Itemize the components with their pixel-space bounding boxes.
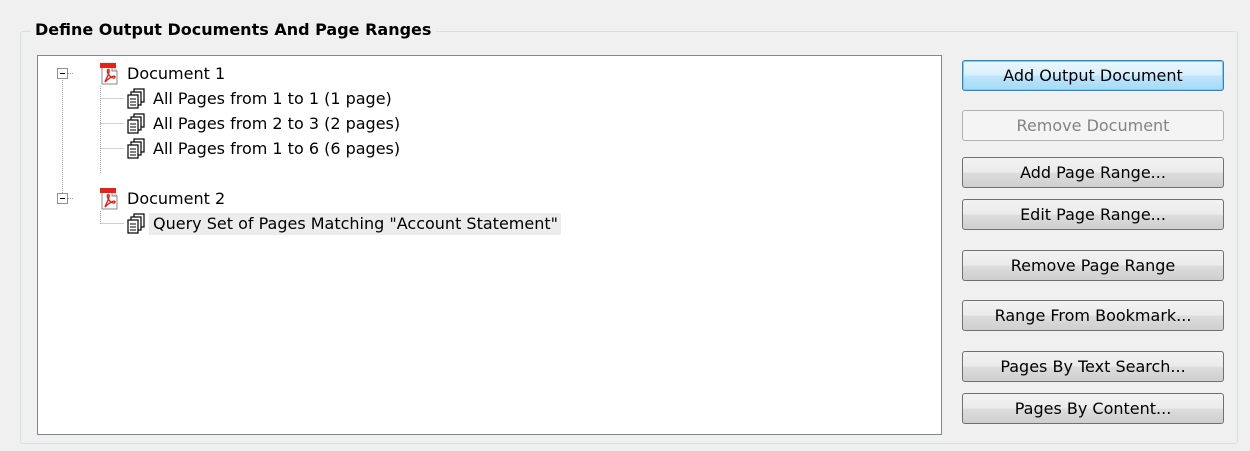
pages-icon: [127, 113, 145, 134]
pages-icon: [127, 213, 145, 234]
pages-by-content-button[interactable]: Pages By Content...: [962, 393, 1224, 424]
pdf-document-icon: [100, 188, 118, 210]
tree-node-page-range[interactable]: All Pages from 1 to 1 (1 page): [124, 87, 395, 111]
group-title: Define Output Documents And Page Ranges: [31, 19, 437, 41]
tree-node-page-range[interactable]: All Pages from 1 to 6 (6 pages): [124, 137, 403, 161]
tree-node-label: All Pages from 2 to 3 (2 pages): [153, 114, 401, 133]
edit-page-range-button[interactable]: Edit Page Range...: [962, 199, 1224, 230]
tree-node-label-selected: Query Set of Pages Matching "Account Sta…: [149, 213, 561, 235]
add-output-document-button[interactable]: Add Output Document: [962, 60, 1224, 91]
tree-node-page-range[interactable]: All Pages from 2 to 3 (2 pages): [124, 112, 403, 136]
tree-node-label: Document 1: [127, 64, 226, 83]
documents-tree[interactable]: Document 1 All Pages from 1 to 1 (1 page…: [37, 55, 942, 435]
pages-icon: [127, 88, 145, 109]
add-page-range-button[interactable]: Add Page Range...: [962, 157, 1224, 188]
tree-node-page-range[interactable]: Query Set of Pages Matching "Account Sta…: [124, 212, 561, 236]
tree-node-document-1[interactable]: Document 1: [98, 62, 228, 86]
collapse-document-1-toggle[interactable]: [57, 68, 68, 79]
pages-icon: [127, 138, 145, 159]
pages-by-text-search-button[interactable]: Pages By Text Search...: [962, 351, 1224, 382]
tree-node-label: All Pages from 1 to 6 (6 pages): [153, 139, 401, 158]
collapse-document-2-toggle[interactable]: [57, 193, 68, 204]
tree-node-document-2[interactable]: Document 2: [98, 187, 228, 211]
range-from-bookmark-button[interactable]: Range From Bookmark...: [962, 300, 1224, 331]
pdf-document-icon: [100, 63, 118, 85]
tree-node-label: All Pages from 1 to 1 (1 page): [153, 89, 392, 108]
remove-page-range-button[interactable]: Remove Page Range: [962, 250, 1224, 281]
tree-node-label: Document 2: [127, 189, 226, 208]
remove-document-button[interactable]: Remove Document: [962, 110, 1224, 141]
